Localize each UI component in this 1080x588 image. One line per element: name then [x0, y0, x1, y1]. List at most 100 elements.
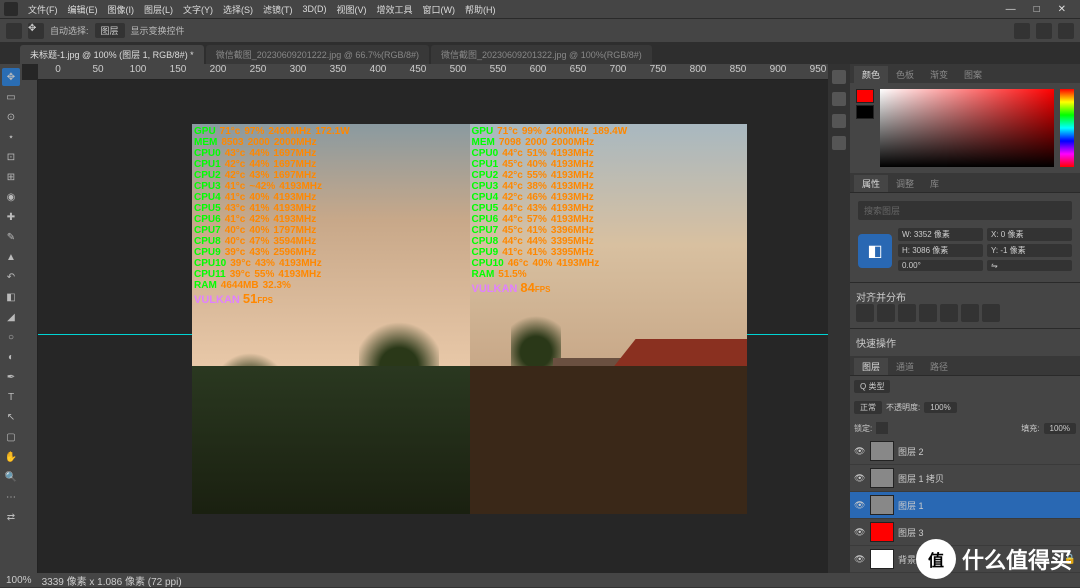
lasso-tool[interactable]: ⊙: [2, 108, 20, 126]
zoom-level[interactable]: 100%: [6, 575, 32, 586]
stamp-tool[interactable]: ▲: [2, 248, 20, 266]
menu-text[interactable]: 文字(Y): [179, 3, 217, 16]
hand-tool[interactable]: ✋: [2, 448, 20, 466]
align-bottom-icon[interactable]: [961, 304, 979, 322]
type-tool[interactable]: T: [2, 388, 20, 406]
brush-tool[interactable]: ✎: [2, 228, 20, 246]
layer-name[interactable]: 图层 1 拷贝: [898, 472, 1076, 485]
tab-3[interactable]: 微信截图_20230609201322.jpg @ 100%(RGB/8#): [431, 45, 652, 64]
align-icon[interactable]: [1014, 23, 1030, 39]
layer-thumbnail[interactable]: [870, 495, 894, 515]
tab-active[interactable]: 未标题-1.jpg @ 100% (图层 1, RGB/8#) *: [20, 45, 204, 64]
menu-filter[interactable]: 滤镜(T): [259, 3, 297, 16]
ruler-vertical[interactable]: [22, 80, 38, 573]
eyedropper-tool[interactable]: ◉: [2, 188, 20, 206]
color-tab[interactable]: 颜色: [854, 66, 888, 83]
actions-panel-icon[interactable]: [832, 92, 846, 106]
layer-thumbnail[interactable]: [870, 468, 894, 488]
layer-row[interactable]: 👁图层 1: [850, 492, 1080, 519]
blur-tool[interactable]: ○: [2, 328, 20, 346]
menu-help[interactable]: 帮助(H): [461, 3, 500, 16]
history-brush-tool[interactable]: ↶: [2, 268, 20, 286]
visibility-icon[interactable]: 👁: [854, 473, 866, 484]
auto-select-dropdown[interactable]: 图层: [95, 23, 125, 38]
menu-view[interactable]: 视图(V): [333, 3, 371, 16]
align-middle-icon[interactable]: [940, 304, 958, 322]
crop-tool[interactable]: ⊡: [2, 148, 20, 166]
properties-tab[interactable]: 属性: [854, 175, 888, 192]
shape-tool[interactable]: ▢: [2, 428, 20, 446]
color-swap-icon[interactable]: ⇄: [2, 508, 20, 526]
layer-name[interactable]: 图层 1: [898, 499, 1076, 512]
color-field[interactable]: [880, 89, 1054, 167]
menu-window[interactable]: 窗口(W): [419, 3, 460, 16]
frame-tool[interactable]: ⊞: [2, 168, 20, 186]
char-panel-icon[interactable]: [832, 136, 846, 150]
lock-icon[interactable]: [876, 422, 888, 434]
transform-controls-label[interactable]: 显示变换控件: [131, 24, 185, 37]
move-tool-icon[interactable]: ✥: [28, 23, 44, 39]
background-color[interactable]: [856, 105, 874, 119]
history-panel-icon[interactable]: [832, 70, 846, 84]
fill-value[interactable]: 100%: [1044, 423, 1076, 434]
layer-row[interactable]: 👁 图层 2: [850, 438, 1080, 465]
paths-tab[interactable]: 路径: [922, 358, 956, 375]
info-panel-icon[interactable]: [832, 114, 846, 128]
channels-tab[interactable]: 通道: [888, 358, 922, 375]
align-left-icon[interactable]: [856, 304, 874, 322]
libraries-tab[interactable]: 库: [922, 175, 947, 192]
close-button[interactable]: ✕: [1054, 4, 1070, 15]
layer-name[interactable]: 图层 2: [898, 445, 1076, 458]
eraser-tool[interactable]: ◧: [2, 288, 20, 306]
pen-tool[interactable]: ✒: [2, 368, 20, 386]
layer-name[interactable]: 图层 3: [898, 526, 1076, 539]
y-input[interactable]: Y: -1 像素: [987, 244, 1072, 257]
wand-tool[interactable]: ⋆: [2, 128, 20, 146]
blend-mode[interactable]: 正常: [854, 401, 882, 414]
layer-row[interactable]: 👁 图层 1 拷贝: [850, 465, 1080, 492]
height-input[interactable]: H: 3086 像素: [898, 244, 983, 257]
healing-tool[interactable]: ✚: [2, 208, 20, 226]
layer-thumbnail[interactable]: [870, 441, 894, 461]
visibility-icon[interactable]: 👁: [854, 446, 866, 457]
hue-slider[interactable]: [1060, 89, 1074, 167]
foreground-color[interactable]: [856, 89, 874, 103]
maximize-button[interactable]: □: [1030, 4, 1044, 15]
layer-search[interactable]: 搜索图层: [858, 201, 1072, 220]
menu-layer[interactable]: 图层(L): [140, 3, 177, 16]
more-align-icon[interactable]: [982, 304, 1000, 322]
gradient-tool[interactable]: ◢: [2, 308, 20, 326]
width-input[interactable]: W: 3352 像素: [898, 228, 983, 241]
menu-3d[interactable]: 3D(D): [299, 4, 331, 14]
tab-2[interactable]: 微信截图_20230609201222.jpg @ 66.7%(RGB/8#): [206, 45, 429, 64]
move-tool[interactable]: ✥: [2, 68, 20, 86]
path-tool[interactable]: ↖: [2, 408, 20, 426]
angle-input[interactable]: 0.00°: [898, 260, 983, 271]
minimize-button[interactable]: —: [1002, 4, 1020, 15]
edit-toolbar[interactable]: ⋯: [2, 488, 20, 506]
3d-mode-icon[interactable]: [1058, 23, 1074, 39]
layer-thumbnail[interactable]: [870, 522, 894, 542]
swatches-tab[interactable]: 色板: [888, 66, 922, 83]
menu-select[interactable]: 选择(S): [219, 3, 257, 16]
gradients-tab[interactable]: 渐变: [922, 66, 956, 83]
x-input[interactable]: X: 0 像素: [987, 228, 1072, 241]
align-top-icon[interactable]: [919, 304, 937, 322]
align-center-icon[interactable]: [877, 304, 895, 322]
layer-filter[interactable]: Q 类型: [854, 380, 890, 393]
visibility-icon[interactable]: 👁: [854, 554, 866, 565]
menu-image[interactable]: 图像(I): [104, 3, 139, 16]
menu-edit[interactable]: 编辑(E): [64, 3, 102, 16]
layer-thumbnail[interactable]: [870, 549, 894, 569]
document-canvas[interactable]: GPU71°c97%2400MHz172.1WMEM850320002000MH…: [192, 124, 747, 514]
visibility-icon[interactable]: 👁: [854, 527, 866, 538]
distribute-icon[interactable]: [1036, 23, 1052, 39]
menu-file[interactable]: 文件(F): [24, 3, 62, 16]
adjustments-tab[interactable]: 调整: [888, 175, 922, 192]
opacity-value[interactable]: 100%: [924, 402, 956, 413]
home-icon[interactable]: [6, 23, 22, 39]
align-right-icon[interactable]: [898, 304, 916, 322]
patterns-tab[interactable]: 图案: [956, 66, 990, 83]
layers-tab[interactable]: 图层: [854, 358, 888, 375]
dodge-tool[interactable]: ◐: [2, 348, 20, 366]
